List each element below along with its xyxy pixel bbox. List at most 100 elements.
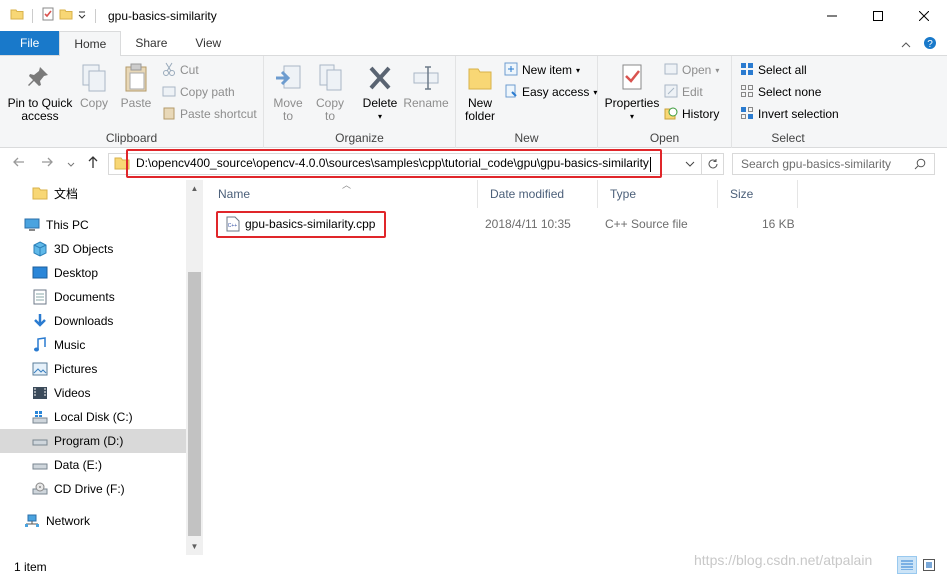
copy-path-label: Copy path	[180, 85, 235, 99]
forward-button[interactable]	[40, 155, 54, 172]
back-button[interactable]	[12, 155, 26, 172]
file-size: 16 KB	[762, 217, 795, 231]
nav-item-desktop[interactable]: Desktop	[0, 261, 186, 285]
nav-item-pictures[interactable]: Pictures	[0, 357, 186, 381]
easy-access-label: Easy access	[522, 85, 590, 99]
search-box[interactable]: Search gpu-basics-similarity	[732, 153, 935, 175]
nav-item-local-disk-c[interactable]: Local Disk (C:)	[0, 405, 186, 429]
nav-scrollbar[interactable]: ▲ ▼	[186, 180, 203, 555]
folder-icon	[10, 7, 24, 24]
copy-button[interactable]: Copy	[76, 62, 112, 110]
nav-item-data-e[interactable]: Data (E:)	[0, 453, 186, 477]
cut-button[interactable]: Cut	[162, 61, 199, 79]
nav-item-3d-objects[interactable]: 3D Objects	[0, 237, 186, 261]
easy-access-button[interactable]: Easy access ▾	[504, 83, 597, 101]
navigation-pane: 文档 This PC 3D Objects Desktop Documents …	[0, 180, 203, 555]
minimize-button[interactable]	[809, 0, 855, 31]
video-icon	[32, 385, 48, 401]
refresh-button[interactable]	[702, 153, 724, 175]
tab-view[interactable]: View	[181, 31, 235, 55]
clipboard-group-label: Clipboard	[105, 131, 158, 145]
nav-item-cd-drive-f[interactable]: CD Drive (F:)	[0, 477, 186, 501]
new-folder-button[interactable]: New folder	[460, 62, 500, 123]
properties-button[interactable]: Properties ▾	[604, 62, 660, 123]
tab-file[interactable]: File	[0, 31, 60, 55]
new-item-button[interactable]: New item ▾	[504, 61, 580, 79]
chevron-up-icon: ▲	[190, 184, 199, 193]
scroll-thumb[interactable]	[188, 272, 201, 536]
scroll-up-button[interactable]: ▲	[186, 180, 203, 197]
download-icon	[32, 313, 48, 329]
column-header-size[interactable]: Size	[718, 180, 798, 208]
nav-item-documents[interactable]: Documents	[0, 285, 186, 309]
pin-to-quick-access-button[interactable]: Pin to Quick access	[6, 62, 74, 123]
copy-path-button[interactable]: Copy path	[162, 83, 235, 101]
ribbon-tabs: File Home Share View	[0, 31, 947, 56]
file-row[interactable]: C++ gpu-basics-similarity.cpp 2018/4/11 …	[214, 211, 804, 238]
nav-item-downloads[interactable]: Downloads	[0, 309, 186, 333]
maximize-button[interactable]	[855, 0, 901, 31]
chevron-down-icon: ▾	[593, 87, 598, 97]
nav-item-program-d[interactable]: Program (D:)	[0, 429, 186, 453]
column-header-name[interactable]: ︿ Name	[206, 180, 478, 208]
nav-item-label: Pictures	[54, 362, 98, 376]
copy-to-label: Copy to	[315, 96, 344, 123]
pin-icon	[24, 62, 56, 94]
new-group-label: New	[514, 131, 539, 145]
column-header-date[interactable]: Date modified	[478, 180, 598, 208]
details-view-button[interactable]	[897, 556, 917, 574]
nav-item-label: 3D Objects	[54, 242, 114, 256]
drive-icon	[32, 457, 48, 473]
up-button[interactable]	[86, 155, 100, 172]
new-folder-icon[interactable]	[59, 7, 73, 24]
nav-item-label: Videos	[54, 386, 91, 400]
open-label: Open	[682, 63, 712, 77]
nav-item-label: Network	[46, 514, 91, 528]
copy-label: Copy	[79, 96, 108, 110]
properties-icon[interactable]	[41, 7, 55, 24]
paste-label: Paste	[120, 96, 152, 110]
address-history-dropdown[interactable]	[685, 157, 695, 174]
nav-item-videos[interactable]: Videos	[0, 381, 186, 405]
edit-button[interactable]: Edit	[664, 83, 703, 101]
move-to-button[interactable]: Move to	[270, 62, 306, 123]
paste-shortcut-button[interactable]: Paste shortcut	[162, 105, 257, 123]
music-icon	[32, 337, 48, 353]
refresh-icon	[708, 159, 717, 169]
scroll-down-button[interactable]: ▼	[186, 538, 203, 555]
open-button[interactable]: Open ▾	[664, 61, 719, 79]
select-all-button[interactable]: Select all	[740, 61, 807, 79]
copy-to-button[interactable]: Copy to	[312, 62, 348, 123]
tab-home[interactable]: Home	[59, 31, 122, 56]
select-all-icon	[740, 62, 754, 79]
properties-icon	[616, 62, 648, 94]
view-buttons	[897, 556, 939, 574]
nav-item-this-pc[interactable]: This PC	[0, 213, 186, 237]
column-header-label: Date modified	[490, 187, 565, 201]
network-icon	[24, 513, 40, 529]
select-none-button[interactable]: Select none	[740, 83, 821, 101]
rename-button[interactable]: Rename	[402, 62, 450, 110]
column-header-label: Size	[730, 187, 754, 201]
edit-label: Edit	[682, 85, 703, 99]
close-button[interactable]	[901, 0, 947, 31]
chevron-down-icon: ▾	[576, 65, 581, 75]
invert-selection-button[interactable]: Invert selection	[740, 105, 839, 123]
chevron-down-icon[interactable]	[77, 7, 87, 24]
nav-item-label: Downloads	[54, 314, 114, 328]
nav-item-music[interactable]: Music	[0, 333, 186, 357]
paste-button[interactable]: Paste	[118, 62, 154, 110]
properties-label: Properties	[604, 96, 660, 110]
copy-to-icon	[314, 62, 346, 94]
paste-icon	[120, 62, 152, 94]
tab-share[interactable]: Share	[121, 31, 181, 55]
nav-item-wendang[interactable]: 文档	[0, 181, 186, 205]
column-header-type[interactable]: Type	[598, 180, 718, 208]
history-button[interactable]: History	[664, 105, 719, 123]
help-icon[interactable]: ?	[923, 36, 937, 53]
chevron-up-icon[interactable]	[901, 38, 911, 52]
delete-button[interactable]: Delete ▾	[360, 62, 400, 123]
nav-item-network[interactable]: Network	[0, 509, 186, 533]
large-icons-view-button[interactable]	[919, 556, 939, 574]
recent-locations-button[interactable]	[66, 157, 76, 173]
